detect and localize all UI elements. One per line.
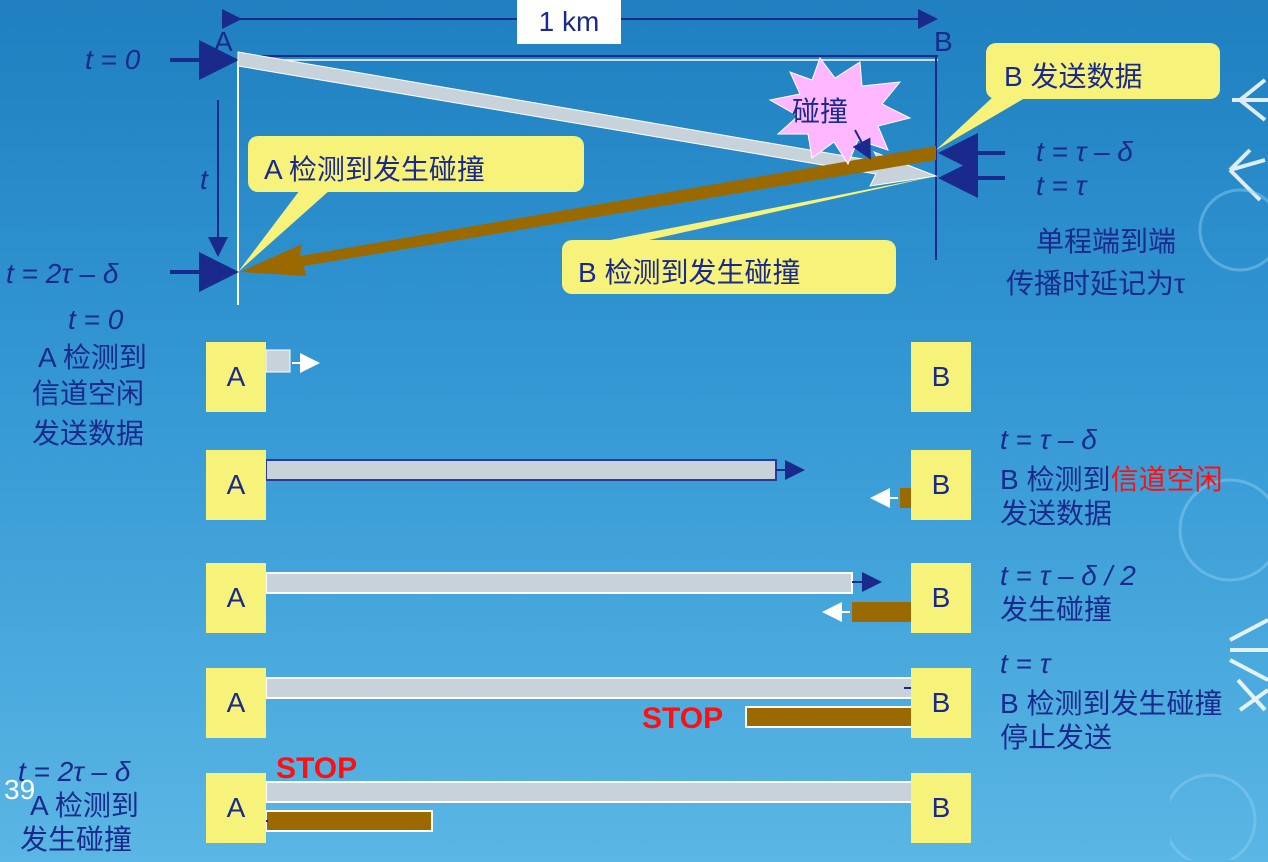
step3-time: t = τ – δ / 2 <box>1000 560 1136 591</box>
node-a-label: A <box>214 26 233 57</box>
step4-node-a: A <box>206 668 266 738</box>
note-line-1: 单程端到端 <box>1036 226 1177 257</box>
step5-stop: STOP <box>276 752 358 785</box>
time-2tau: t = 2τ – δ <box>6 258 119 289</box>
step2-line1a: B 检测到 <box>1000 464 1111 495</box>
step4-line2: 停止发送 <box>1000 722 1113 753</box>
step2-line2: 发送数据 <box>1000 498 1113 529</box>
step4-stop: STOP <box>642 702 724 735</box>
step2-line1: B 检测到信道空闲 <box>1000 464 1222 496</box>
step1-time: t = 0 <box>68 304 124 335</box>
time-tau: t = τ <box>1036 170 1087 201</box>
step2-time: t = τ – δ <box>1000 424 1097 455</box>
distance-label: 1 km <box>517 0 621 44</box>
step5-node-a: A <box>206 773 266 843</box>
step3-line1: 发生碰撞 <box>1000 594 1113 625</box>
step4-time: t = τ <box>1000 648 1051 679</box>
step2-node-b: B <box>911 450 971 520</box>
step3-node-b: B <box>911 563 971 633</box>
step2-node-a: A <box>206 450 266 520</box>
step3-node-a: A <box>206 563 266 633</box>
page-number: 39 <box>4 774 36 805</box>
time-axis-label: t <box>200 164 208 195</box>
step1-node-a: A <box>206 342 266 412</box>
collision-label: 碰撞 <box>792 96 849 127</box>
node-b-label: B <box>934 26 953 57</box>
callout-b-detects-text: B 检测到发生碰撞 <box>578 257 801 288</box>
step2-line1b-highlight: 信道空闲 <box>1110 464 1223 495</box>
step5-line2: 发生碰撞 <box>20 824 133 855</box>
callout-a-detects-text: A 检测到发生碰撞 <box>264 154 485 185</box>
slide: 1 km A B t = 0 t t = 2τ – δ t = τ – δ t … <box>0 0 1268 862</box>
step5-node-b: B <box>911 773 971 843</box>
step1-line1: A 检测到 <box>38 342 147 373</box>
time-tau-minus-delta: t = τ – δ <box>1036 136 1133 167</box>
time-t0: t = 0 <box>85 44 141 75</box>
step1-line2: 信道空闲 <box>32 378 145 409</box>
step4-line1: B 检测到发生碰撞 <box>1000 688 1223 719</box>
step1-line3: 发送数据 <box>32 418 145 449</box>
step5-line1: A 检测到 <box>30 790 139 821</box>
step4-node-b: B <box>911 668 971 738</box>
callout-b-sends-text: B 发送数据 <box>1004 61 1143 92</box>
step1-node-b: B <box>911 342 971 412</box>
note-line-2: 传播时延记为τ <box>1006 268 1186 299</box>
